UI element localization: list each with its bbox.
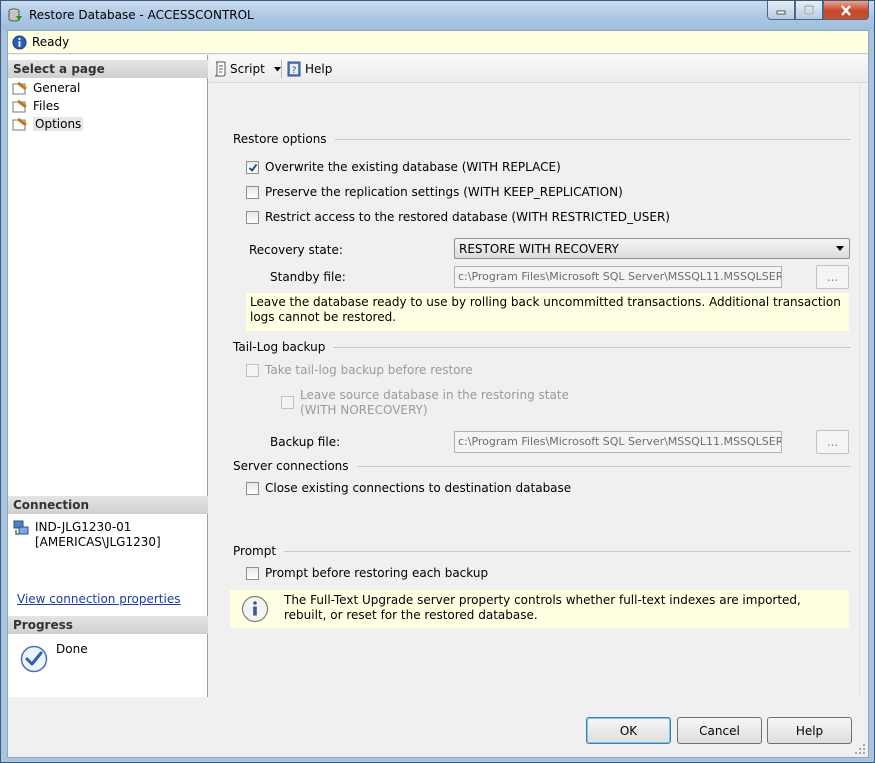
- chevron-down-icon[interactable]: [273, 66, 281, 72]
- take-tail-log-checkbox[interactable]: Take tail-log backup before restore: [246, 363, 473, 377]
- close-button[interactable]: [823, 1, 869, 20]
- wrench-page-icon: [12, 99, 27, 112]
- connection-info: IND-JLG1230-01 [AMERICAS\JLG1230]: [13, 520, 161, 550]
- page-item-label: Files: [33, 98, 60, 113]
- window-title: Restore Database - ACCESSCONTROL: [29, 8, 254, 22]
- standby-file-field[interactable]: c:\Program Files\Microsoft SQL Server\MS…: [454, 266, 782, 288]
- cancel-button[interactable]: Cancel: [677, 717, 762, 744]
- standby-browse-button[interactable]: ...: [816, 265, 849, 289]
- checkbox-box[interactable]: [246, 161, 259, 174]
- preserve-replication-label: Preserve the replication settings (WITH …: [265, 185, 623, 199]
- progress-header: Progress: [8, 616, 208, 634]
- backup-file-field[interactable]: c:\Program Files\Microsoft SQL Server\MS…: [454, 431, 782, 453]
- prompt-before-restore-checkbox[interactable]: Prompt before restoring each backup: [246, 566, 488, 580]
- wrench-page-icon: [12, 81, 27, 94]
- connection-header: Connection: [8, 496, 208, 514]
- info-icon: [12, 34, 27, 50]
- server-connections-group: Server connections: [233, 459, 851, 473]
- checkbox-box[interactable]: [246, 567, 259, 580]
- prompt-title: Prompt: [233, 544, 277, 558]
- restore-options-title: Restore options: [233, 132, 327, 146]
- preserve-replication-checkbox[interactable]: Preserve the replication settings (WITH …: [246, 185, 623, 199]
- minimize-button[interactable]: [767, 1, 795, 20]
- checkmark-icon: [248, 163, 257, 172]
- left-panel: Select a page General Files Options Conn…: [8, 55, 208, 697]
- close-icon: [841, 4, 851, 16]
- overwrite-checkbox[interactable]: Overwrite the existing database (WITH RE…: [246, 160, 561, 174]
- progress-done-icon: [20, 645, 48, 673]
- script-icon: [214, 61, 226, 77]
- ok-button[interactable]: OK: [586, 717, 671, 744]
- connection-user: [AMERICAS\JLG1230]: [35, 535, 161, 549]
- overwrite-label: Overwrite the existing database (WITH RE…: [265, 160, 561, 174]
- page-item-label: General: [33, 80, 81, 95]
- leave-source-line1: Leave source database in the restoring s…: [300, 388, 569, 402]
- restore-options-group: Restore options: [233, 132, 851, 146]
- dialog-client-area: Ready Select a page General Files Option…: [7, 30, 869, 758]
- tail-log-title: Tail-Log backup: [233, 340, 326, 354]
- standby-file-label: Standby file:: [270, 270, 346, 284]
- recovery-state-dropdown[interactable]: RESTORE WITH RECOVERY: [454, 238, 850, 259]
- progress-status: Done: [56, 642, 88, 656]
- minimize-icon: [776, 10, 786, 15]
- full-text-info-text: The Full-Text Upgrade server property co…: [284, 593, 801, 622]
- page-item-options[interactable]: Options: [12, 115, 84, 132]
- status-text: Ready: [32, 35, 70, 49]
- page-item-label: Options: [33, 116, 84, 131]
- select-page-header: Select a page: [8, 60, 208, 78]
- recovery-state-description: Leave the database ready to use by rolli…: [246, 293, 849, 331]
- close-connections-checkbox[interactable]: Close existing connections to destinatio…: [246, 481, 571, 495]
- view-connection-properties-link[interactable]: View connection properties: [17, 592, 180, 606]
- wrench-page-icon: [12, 117, 27, 130]
- checkbox-box[interactable]: [246, 211, 259, 224]
- leave-source-restoring-checkbox[interactable]: Leave source database in the restoring s…: [281, 388, 569, 418]
- script-label: Script: [230, 62, 265, 76]
- checkbox-box[interactable]: [246, 186, 259, 199]
- prompt-group: Prompt: [233, 544, 851, 558]
- status-bar: Ready: [8, 31, 868, 54]
- backup-file-label: Backup file:: [270, 435, 341, 449]
- connection-server: IND-JLG1230-01: [35, 520, 132, 534]
- server-connections-title: Server connections: [233, 459, 349, 473]
- restrict-access-checkbox[interactable]: Restrict access to the restored database…: [246, 210, 670, 224]
- recovery-state-label: Recovery state:: [249, 243, 343, 257]
- info-circle-icon: [241, 595, 269, 623]
- close-connections-label: Close existing connections to destinatio…: [265, 481, 572, 495]
- restore-database-window: Restore Database - ACCESSCONTROL Ready S…: [0, 0, 875, 763]
- chevron-down-icon: [836, 246, 844, 251]
- page-item-general[interactable]: General: [12, 79, 80, 96]
- leave-source-line2: (WITH NORECOVERY): [300, 403, 428, 417]
- server-connection-icon: [13, 520, 29, 535]
- help-toolbar-button[interactable]: ? Help: [287, 61, 332, 77]
- full-text-info-box: The Full-Text Upgrade server property co…: [230, 590, 849, 628]
- script-button[interactable]: Script: [213, 61, 284, 77]
- backup-file-browse-button[interactable]: ...: [816, 430, 849, 454]
- maximize-icon: [804, 5, 814, 15]
- checkbox-box[interactable]: [246, 364, 259, 377]
- resize-grip-icon[interactable]: [854, 743, 866, 755]
- title-bar[interactable]: Restore Database - ACCESSCONTROL: [1, 1, 874, 30]
- checkbox-box[interactable]: [281, 396, 294, 409]
- toolbar-separator: [281, 60, 282, 78]
- help-book-icon: ?: [287, 61, 301, 77]
- tail-log-group: Tail-Log backup: [233, 340, 851, 354]
- prompt-before-restore-label: Prompt before restoring each backup: [265, 566, 489, 580]
- checkbox-box[interactable]: [246, 482, 259, 495]
- recovery-state-value: RESTORE WITH RECOVERY: [459, 241, 619, 256]
- help-label: Help: [305, 62, 333, 76]
- toolbar: Script ? Help: [209, 55, 868, 83]
- page-item-files[interactable]: Files: [12, 97, 59, 114]
- help-button[interactable]: Help: [767, 717, 852, 744]
- restrict-access-label: Restrict access to the restored database…: [265, 210, 670, 224]
- vertical-scrollbar[interactable]: [859, 84, 868, 697]
- leave-source-restoring-label: Leave source database in the restoring s…: [300, 388, 569, 418]
- database-restore-icon: [8, 8, 22, 22]
- maximize-button[interactable]: [795, 1, 823, 20]
- svg-text:?: ?: [292, 66, 297, 76]
- take-tail-log-label: Take tail-log backup before restore: [265, 363, 473, 377]
- options-page: Script ? Help Restore options Overwrite …: [209, 55, 868, 697]
